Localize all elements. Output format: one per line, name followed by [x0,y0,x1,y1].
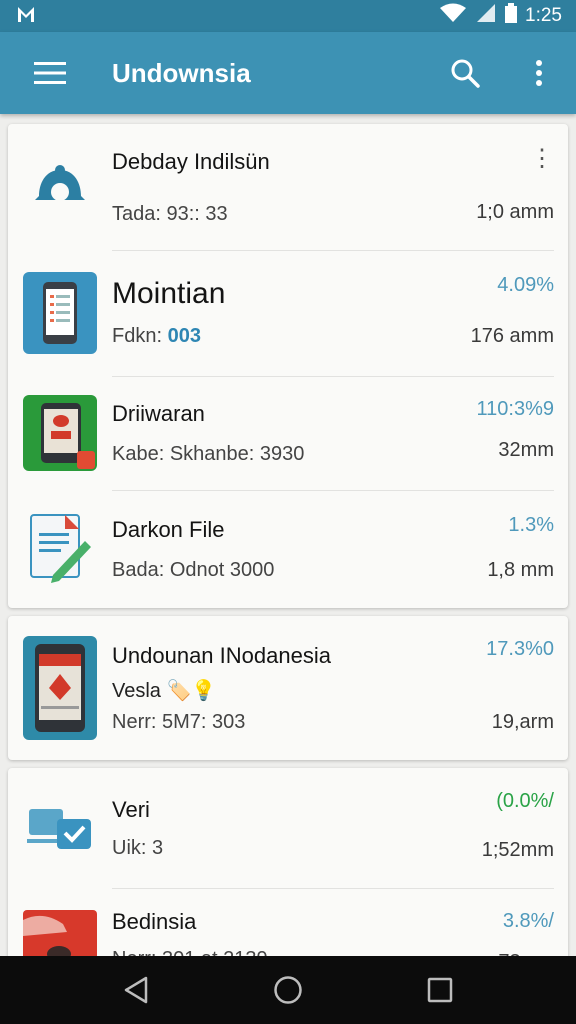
item-percent: (0.0%/ [496,790,554,812]
status-time: 1:25 [525,5,562,26]
item-subtitle: Bada: Odnot 3000 [112,559,275,581]
item-time: 1,8 mm [487,559,554,581]
document-phone-icon [8,272,112,354]
list-item[interactable]: Darkon File Bada: Odnot 3000 1.3% 1,8 mm [8,490,568,608]
back-triangle-icon [124,976,148,1004]
item-subtitle: Nerr: 301 at 2139 [112,948,418,956]
file-edit-icon [8,511,112,587]
item-time: 32mm [498,439,554,461]
item-title: Darkon File [112,517,225,542]
m-notification-icon [16,4,36,29]
list-item[interactable]: Bedinsia Nerr: 301 at 2139 3.8%/ 73mm [8,888,568,956]
more-vert-icon [536,60,542,86]
list-card: Debday Indilsün Tada: 93:: 33 ⋮ 1;0 amm … [8,124,568,608]
menu-icon [34,62,66,84]
tag-emoji-icon: 🏷️💡 [166,680,217,702]
item-title: Driiwaran [112,401,205,426]
battery-icon [505,3,518,29]
item-more-vert-icon[interactable]: ⋮ [530,147,554,171]
app-title: Undownsia [112,57,251,88]
item-subtitle: Tada: 93:: 33 [112,203,228,225]
app-bar: Undownsia [0,32,576,114]
item-title: Undounan INodanesia [112,643,331,668]
item-time: 1;0 amm [476,201,554,223]
cell-signal-icon [475,3,497,29]
list-item[interactable]: Undounan INodanesia Vesla 🏷️💡 Nerr: 5M7:… [8,616,568,760]
list-item[interactable]: Mointian Fdkn: 003 4.09% 176 amm [8,250,568,376]
home-button[interactable] [253,960,323,1020]
item-time: 1;52mm [481,839,554,861]
list-card: Undounan INodanesia Vesla 🏷️💡 Nerr: 5M7:… [8,616,568,760]
file-list: Debday Indilsün Tada: 93:: 33 ⋮ 1;0 amm … [0,114,576,956]
cloud-check-icon [8,803,112,853]
hamburger-menu-button[interactable] [0,32,100,114]
status-bar: 1:25 [0,0,576,32]
wifi-icon [439,3,467,29]
list-item[interactable]: Driiwaran Kabe: Skhanbe: 3930 110:3%9 32… [8,376,568,490]
item-title: Mointian [112,277,226,310]
item-percent: 4.09% [497,274,554,296]
item-subtitle: Fdkn: 003 [112,325,201,347]
overflow-menu-button[interactable] [502,32,576,114]
media-player-icon [8,395,112,471]
item-subtitle: Vesla 🏷️💡 [112,680,217,702]
image-thumbnail-icon [8,888,112,956]
bell-icon [8,162,112,212]
recents-button[interactable] [405,960,475,1020]
item-percent: 1.3% [508,514,554,536]
search-button[interactable] [428,32,502,114]
home-circle-icon [274,976,302,1004]
item-percent: 110:3%9 [476,398,554,420]
item-title: Bedinsia [112,909,197,934]
recents-square-icon [427,977,453,1003]
item-time: 19,arm [491,711,554,733]
search-icon [451,59,480,88]
item-subtitle: Kabe: Skhanbe: 3930 [112,443,305,465]
item-percent: 17.3%0 [486,638,554,660]
list-card: Veri Uik: 3 (0.0%/ 1;52mm Bedinsia Nerr:… [8,768,568,956]
item-percent: 3.8%/ [502,910,554,932]
list-item[interactable]: Veri Uik: 3 (0.0%/ 1;52mm [8,768,568,888]
item-title: Debday Indilsün [112,149,270,174]
back-button[interactable] [101,960,171,1020]
item-subtitle: Uik: 3 [112,837,164,859]
item-title: Veri [112,797,150,822]
item-subtitle-secondary: Nerr: 5M7: 303 [112,711,246,733]
phone-app-icon [8,636,112,740]
list-item[interactable]: Debday Indilsün Tada: 93:: 33 ⋮ 1;0 amm [8,124,568,250]
item-time: 176 amm [470,325,554,347]
system-nav-bar [0,956,576,1024]
